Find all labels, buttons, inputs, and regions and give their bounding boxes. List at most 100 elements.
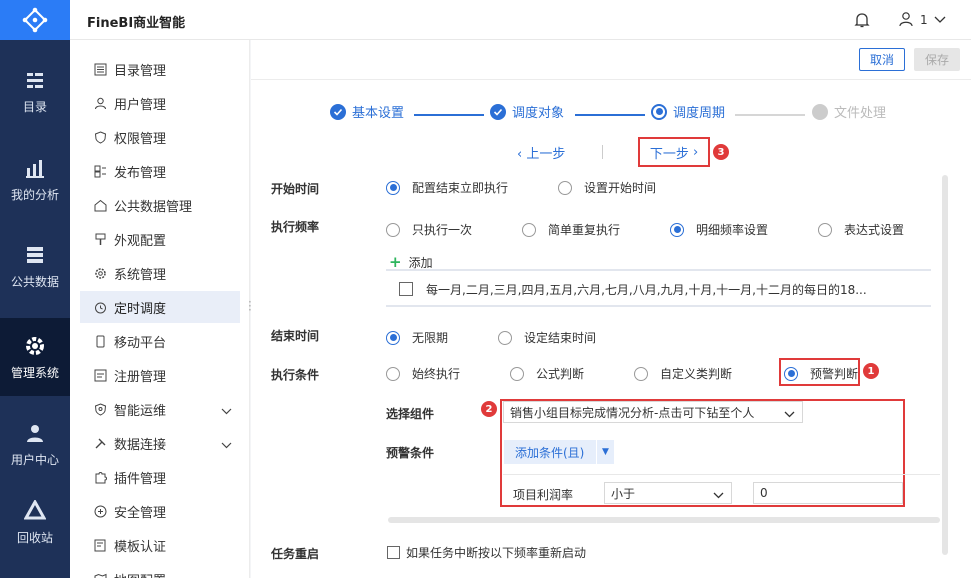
step-label: 文件处理	[834, 106, 887, 121]
vertical-scrollbar[interactable]	[942, 175, 948, 555]
security-icon	[93, 504, 107, 518]
threshold-input[interactable]: 0	[753, 482, 903, 504]
submenu-item-plugins[interactable]: 插件管理	[80, 461, 240, 493]
list-icon	[93, 62, 107, 76]
detailed-frequency-radio[interactable]: 明细频率设置	[670, 221, 768, 238]
submenu-item-map[interactable]: 地图配置	[80, 563, 240, 578]
run-once-radio[interactable]: 只执行一次	[386, 221, 472, 238]
expression-radio[interactable]: 表达式设置	[818, 221, 904, 238]
formula-radio[interactable]: 公式判断	[510, 365, 584, 382]
check-icon	[330, 103, 346, 120]
frequency-item-text: 每一月,二月,三月,四月,五月,六月,七月,八月,九月,十月,十一月,十二月的每…	[426, 283, 867, 297]
chevron-down-icon	[221, 438, 232, 453]
radio-checked-icon	[386, 180, 400, 195]
set-end-time-radio[interactable]: 设定结束时间	[498, 329, 596, 346]
submenu-item-appearance[interactable]: 外观配置	[80, 223, 240, 255]
nav-label: 用户中心	[10, 452, 59, 467]
frequency-label: 执行频率	[271, 220, 320, 234]
submenu-label: 注册管理	[114, 369, 167, 385]
nav-public-data[interactable]: 公共数据	[0, 227, 70, 305]
unlimited-radio[interactable]: 无限期	[386, 329, 448, 346]
add-condition-button[interactable]: 添加条件(且) ▼	[504, 440, 614, 464]
step-schedule-object[interactable]: 调度对象	[490, 102, 564, 121]
add-condition-label: 添加条件(且)	[515, 445, 585, 460]
radio-label: 预警判断	[810, 367, 859, 381]
radio-label: 始终执行	[412, 367, 461, 381]
submenu-item-public-data[interactable]: 公共数据管理	[80, 189, 240, 221]
nav-catalog[interactable]: 目录	[0, 52, 70, 130]
submenu-item-permissions[interactable]: 权限管理	[80, 121, 240, 153]
chevron-down-icon	[713, 488, 724, 502]
submenu-item-system[interactable]: 系统管理	[80, 257, 240, 289]
radio-label: 只执行一次	[412, 223, 473, 237]
submenu-item-data-connection[interactable]: 数据连接	[80, 427, 240, 459]
threshold-value: 0	[760, 486, 768, 500]
condition-label: 执行条件	[271, 368, 320, 382]
frequency-item-checkbox[interactable]	[399, 282, 413, 296]
step-file-processing[interactable]: 文件处理	[812, 102, 886, 121]
nav-recycle[interactable]: 回收站	[0, 483, 70, 561]
radio-unchecked-icon	[510, 366, 524, 381]
app-title: FineBI商业智能	[87, 16, 186, 31]
custom-class-radio[interactable]: 自定义类判断	[634, 365, 732, 382]
nav-label: 我的分析	[10, 187, 59, 202]
step-basic-settings[interactable]: 基本设置	[330, 102, 404, 121]
restart-checkbox[interactable]: 如果任务中断按以下频率重新启动	[387, 544, 586, 561]
submenu-item-users[interactable]: 用户管理	[80, 87, 240, 119]
step-label: 调度对象	[512, 106, 565, 121]
callout-badge-3: 3	[713, 144, 729, 160]
submenu-item-registration[interactable]: 注册管理	[80, 359, 240, 391]
divider	[602, 145, 603, 159]
gear-icon	[23, 334, 47, 358]
home-icon	[93, 198, 107, 212]
next-step-button[interactable]: 下一步 ›	[638, 137, 710, 167]
submenu-label: 目录管理	[114, 63, 167, 79]
submenu-item-template-cert[interactable]: 模板认证	[80, 529, 240, 561]
bell-icon[interactable]	[853, 11, 871, 29]
end-time-label: 结束时间	[271, 329, 320, 343]
submenu-item-catalog[interactable]: 目录管理	[80, 53, 240, 85]
radio-label: 公式判断	[536, 367, 585, 381]
submenu-item-publish[interactable]: 发布管理	[80, 155, 240, 187]
callout-badge-2: 2	[481, 401, 497, 417]
horizontal-scrollbar[interactable]	[388, 517, 940, 523]
checkbox-unchecked-icon	[387, 546, 400, 559]
cancel-button[interactable]: 取消	[859, 48, 905, 71]
logo-icon[interactable]	[0, 0, 70, 40]
warning-judgment-radio[interactable]: 预警判断	[784, 365, 858, 382]
warning-condition-label: 预警条件	[386, 446, 435, 460]
check-icon	[490, 103, 506, 120]
restart-label: 任务重启	[271, 547, 320, 561]
start-immediately-radio[interactable]: 配置结束立即执行	[386, 179, 508, 196]
nav-management[interactable]: 管理系统	[0, 318, 70, 396]
radio-unchecked-icon	[498, 330, 512, 345]
submenu-item-schedule[interactable]: 定时调度	[80, 291, 240, 323]
operator-select[interactable]: 小于	[604, 482, 732, 504]
radio-label: 配置结束立即执行	[412, 181, 509, 195]
nav-label: 公共数据	[10, 274, 59, 289]
radio-checked-icon	[386, 330, 400, 345]
submenu-item-ops[interactable]: 智能运维	[80, 393, 240, 425]
step-schedule-period[interactable]: 调度周期	[651, 102, 725, 121]
step-navigation: ‹ 上一步 下一步 › 3	[251, 137, 971, 167]
set-start-time-radio[interactable]: 设置开始时间	[558, 179, 656, 196]
checkbox-label: 如果任务中断按以下频率重新启动	[406, 546, 587, 560]
caret-down-icon[interactable]: ▼	[596, 440, 614, 464]
wizard-steps: 基本设置 调度对象 调度周期 文件处理	[251, 102, 971, 126]
submenu-item-mobile[interactable]: 移动平台	[80, 325, 240, 357]
always-run-radio[interactable]: 始终执行	[386, 365, 460, 382]
prev-step-button[interactable]: ‹ 上一步	[517, 143, 565, 162]
submenu-label: 数据连接	[114, 437, 167, 453]
condition-field: 项目利润率	[513, 488, 574, 502]
nav-my-analysis[interactable]: 我的分析	[0, 140, 70, 218]
nav-label: 回收站	[16, 530, 53, 545]
nav-label: 目录	[22, 99, 47, 114]
simple-repeat-radio[interactable]: 简单重复执行	[522, 221, 620, 238]
next-label: 下一步	[649, 146, 689, 162]
radio-label: 简单重复执行	[548, 223, 621, 237]
component-select[interactable]: 销售小组目标完成情况分析-点击可下钻至个人	[503, 401, 803, 423]
nav-user-center[interactable]: 用户中心	[0, 405, 70, 483]
save-button[interactable]: 保存	[914, 48, 960, 71]
submenu-item-security[interactable]: 安全管理	[80, 495, 240, 527]
user-menu[interactable]: 1	[898, 11, 946, 29]
